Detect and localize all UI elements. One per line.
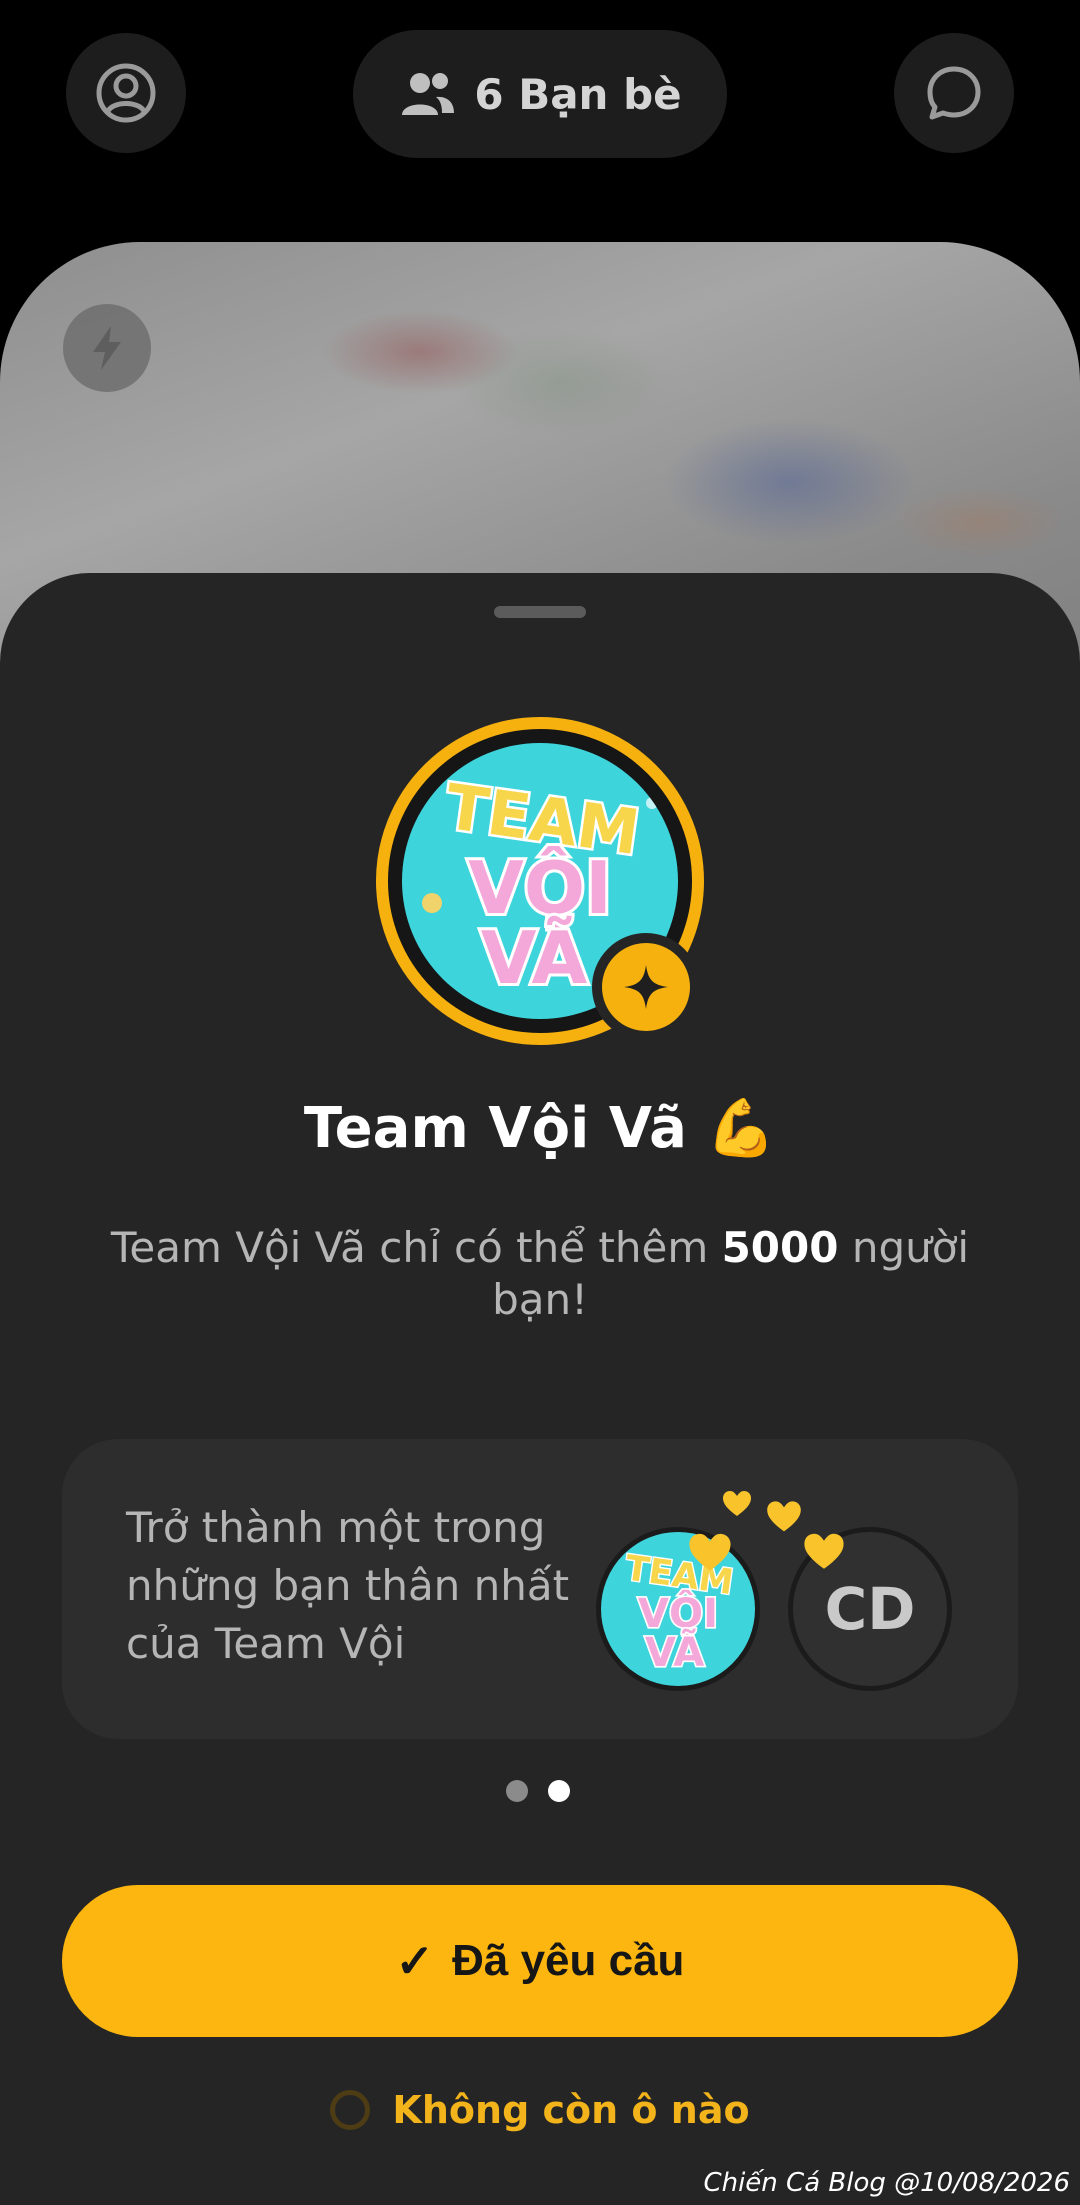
requested-label: Đã yêu cầu	[452, 1936, 685, 1985]
lightning-icon	[93, 326, 121, 370]
yellow-heart-icon	[689, 1533, 731, 1571]
sheet-drag-handle[interactable]	[494, 606, 586, 618]
yellow-heart-icon	[723, 1491, 751, 1516]
group-small-avatar: TEAM VỘI VÃ	[596, 1527, 760, 1691]
empty-circle-icon	[330, 2090, 371, 2130]
pager-dots	[506, 1780, 570, 1802]
slots-status: Không còn ô nào	[0, 2088, 1080, 2132]
logo-line-3: VÃ	[481, 916, 588, 1000]
requested-button[interactable]: ✓ Đã yêu cầu	[62, 1885, 1018, 2037]
small-logo-line-3: VÃ	[645, 1627, 704, 1676]
chat-bubble-icon	[927, 66, 981, 120]
best-friends-text: Trở thành một trong những bạn thân nhất …	[126, 1503, 570, 1668]
sparkle-icon	[624, 965, 668, 1009]
friends-button[interactable]: 6 Bạn bè	[353, 30, 727, 158]
watermark: Chiến Cá Blog @10/08/2026	[703, 2168, 1070, 2198]
chat-button[interactable]	[894, 33, 1014, 153]
yellow-heart-icon	[767, 1501, 801, 1532]
check-icon: ✓	[395, 1935, 435, 1987]
friend-limit-number: 5000	[721, 1223, 839, 1272]
users-icon	[402, 73, 455, 115]
yellow-heart-icon	[804, 1533, 844, 1569]
subtitle-text-before: Team Vội Vã chỉ có thể thêm	[110, 1223, 722, 1272]
pager-dot-active[interactable]	[548, 1780, 570, 1802]
friends-count-label: 6 Bạn bè	[474, 69, 682, 119]
slots-label: Không còn ô nào	[392, 2088, 750, 2132]
flash-button[interactable]	[63, 304, 151, 392]
sparkle-badge	[592, 933, 700, 1041]
pager-dot[interactable]	[506, 1780, 528, 1802]
user-circle-icon	[96, 63, 156, 123]
profile-button[interactable]	[66, 33, 186, 153]
group-subtitle: Team Vội Vã chỉ có thể thêm 5000 người b…	[90, 1222, 990, 1326]
group-title: Team Vội Vã 💪	[303, 1096, 777, 1161]
